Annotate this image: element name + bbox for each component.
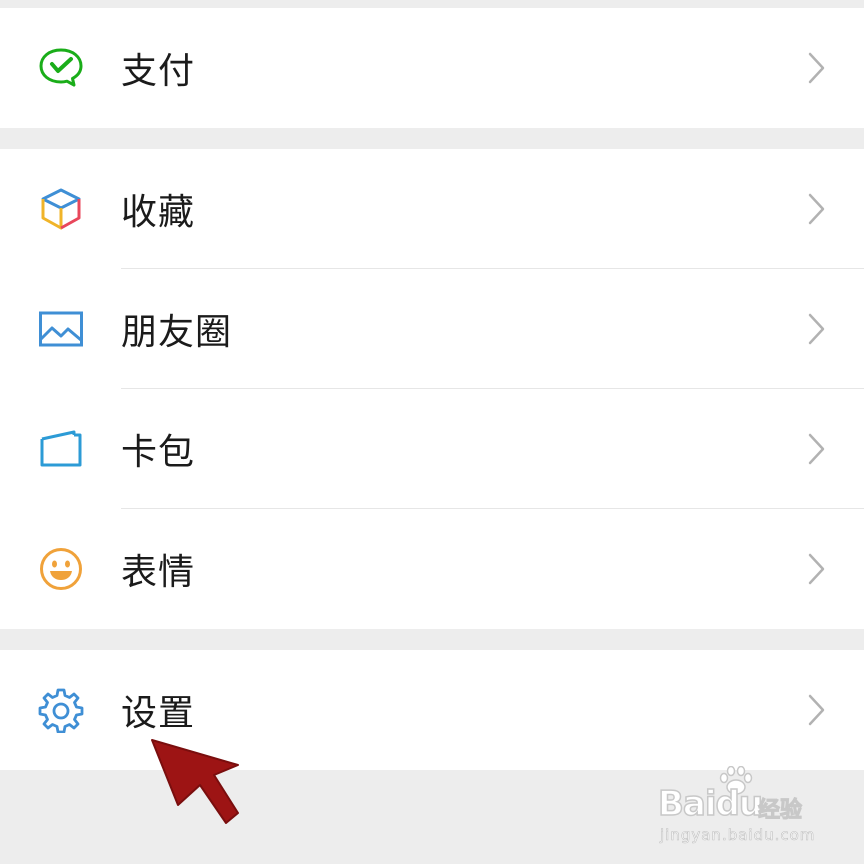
menu-item-moments[interactable]: 朋友圈 [0, 269, 864, 389]
menu-group-main: 收藏 朋友圈 卡包 表情 [0, 149, 864, 629]
menu-item-settings[interactable]: 设置 [0, 650, 864, 770]
baidu-jingyan-watermark: Baidu 经验 jingyan.baidu.com [657, 766, 818, 846]
watermark-product: 经验 [757, 798, 803, 824]
menu-group-pay: 支付 [0, 8, 864, 128]
wechat-pay-icon [36, 43, 86, 93]
smiley-icon [36, 544, 86, 594]
menu-item-label: 设置 [121, 693, 196, 734]
favorites-cube-icon [36, 184, 86, 234]
chevron-right-icon [808, 553, 825, 585]
menu-group-settings: 设置 [0, 650, 864, 770]
menu-item-stickers[interactable]: 表情 [0, 509, 864, 629]
menu-item-label: 收藏 [121, 192, 196, 233]
menu-item-label: 朋友圈 [121, 312, 233, 353]
chevron-right-icon [808, 694, 825, 726]
watermark-brand: Baidu [657, 783, 764, 825]
watermark-url: jingyan.baidu.com [660, 826, 816, 845]
chevron-right-icon [808, 193, 825, 225]
chevron-right-icon [808, 313, 825, 345]
card-wallet-icon [36, 424, 86, 474]
chevron-right-icon [808, 433, 825, 465]
gear-icon [36, 685, 86, 735]
menu-item-favorites[interactable]: 收藏 [0, 149, 864, 269]
menu-item-card-wallet[interactable]: 卡包 [0, 389, 864, 509]
annotation-arrow-icon [151, 739, 239, 824]
menu-item-label: 表情 [121, 552, 196, 593]
chevron-right-icon [808, 52, 825, 84]
menu-item-pay[interactable]: 支付 [0, 8, 864, 128]
menu-item-label: 支付 [121, 51, 196, 92]
menu-item-label: 卡包 [121, 432, 196, 473]
moments-image-icon [36, 304, 86, 354]
